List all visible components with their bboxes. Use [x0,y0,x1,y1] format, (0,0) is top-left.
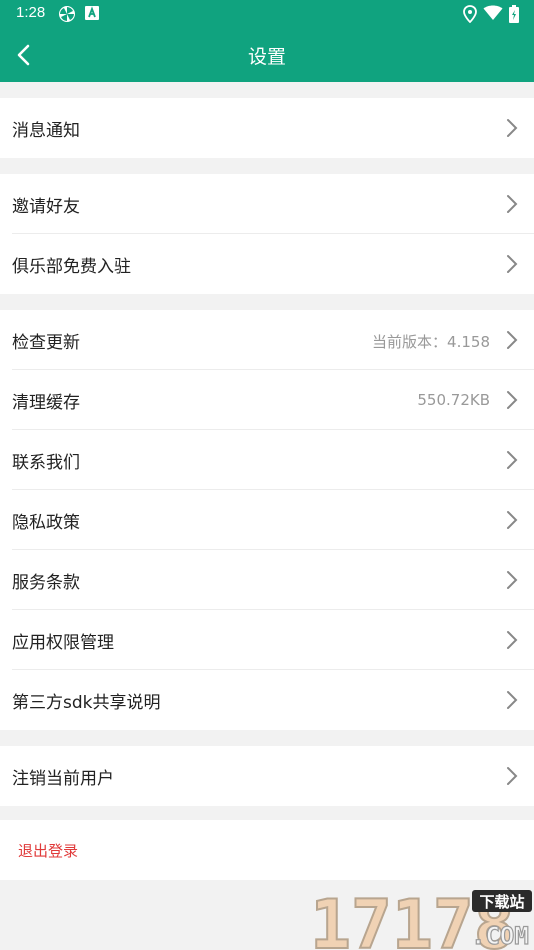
settings-item-label: 隐私政策 [12,513,80,533]
settings-group-social: 邀请好友 俱乐部免费入驻 [0,174,534,294]
watermark-logo: 17178 下载站 .COM [309,885,532,950]
settings-item-label: 俱乐部免费入驻 [12,257,131,277]
version-value: 当前版本：4.158 [372,333,490,351]
chevron-right-icon [507,511,518,529]
settings-item-invite-friends[interactable]: 邀请好友 [0,174,534,234]
chevron-right-icon [507,195,518,213]
watermark-badge: 下载站 [479,893,524,911]
chevron-right-icon [507,571,518,589]
pinwheel-icon [59,6,75,22]
settings-item-privacy-policy[interactable]: 隐私政策 [0,490,534,550]
logout-label: 退出登录 [18,842,79,860]
logout-button[interactable]: 退出登录 [0,820,534,880]
settings-group-notifications: 消息通知 [0,98,534,158]
watermark-suffix: .COM [471,922,529,950]
settings-item-club-join[interactable]: 俱乐部免费入驻 [0,234,534,294]
settings-item-terms-of-service[interactable]: 服务条款 [0,550,534,610]
settings-item-label: 检查更新 [12,333,80,353]
settings-item-clear-cache[interactable]: 清理缓存 550.72KB [0,370,534,430]
app-a-icon [85,6,99,20]
chevron-right-icon [507,391,518,409]
wifi-icon [483,5,503,20]
settings-group-app: 检查更新 当前版本：4.158 清理缓存 550.72KB 联系我们 隐私政策 … [0,310,534,730]
settings-item-label: 服务条款 [12,573,80,593]
settings-item-sdk-sharing[interactable]: 第三方sdk共享说明 [0,670,534,730]
chevron-right-icon [507,255,518,273]
chevron-right-icon [507,119,518,137]
settings-item-label: 应用权限管理 [12,633,114,653]
settings-item-label: 第三方sdk共享说明 [12,693,161,713]
chevron-right-icon [507,767,518,785]
chevron-right-icon [507,631,518,649]
location-icon [463,5,477,23]
settings-item-label: 注销当前用户 [12,769,114,789]
chevron-right-icon [507,451,518,469]
settings-item-notifications[interactable]: 消息通知 [0,98,534,158]
settings-item-label: 邀请好友 [12,197,80,217]
chevron-right-icon [507,691,518,709]
settings-group-account: 注销当前用户 [0,746,534,806]
settings-item-app-permissions[interactable]: 应用权限管理 [0,610,534,670]
settings-item-label: 清理缓存 [12,393,80,413]
settings-item-check-update[interactable]: 检查更新 当前版本：4.158 [0,310,534,370]
status-time: 1:28 [16,4,46,21]
page-title: 设置 [247,46,286,68]
battery-icon [509,5,519,23]
status-bar: 1:28 [0,0,534,28]
settings-item-contact-us[interactable]: 联系我们 [0,430,534,490]
settings-item-delete-account[interactable]: 注销当前用户 [0,746,534,806]
settings-item-label: 联系我们 [12,453,80,473]
settings-item-label: 消息通知 [12,121,80,141]
chevron-right-icon [507,331,518,349]
cache-size-value: 550.72KB [417,391,490,409]
app-bar: 设置 [0,28,534,82]
